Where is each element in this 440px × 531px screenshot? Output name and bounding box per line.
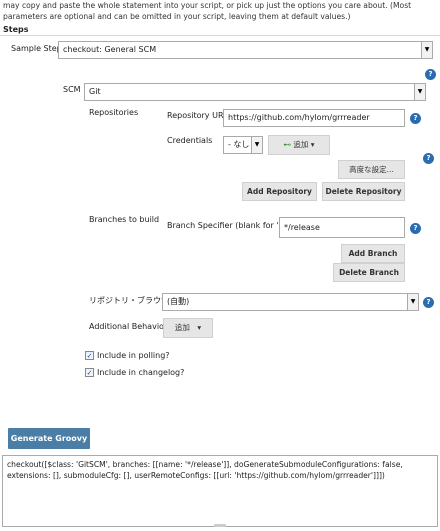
credentials-select[interactable]: - なし - ▼ [223, 136, 263, 154]
credentials-add-label: 追加 [293, 140, 309, 149]
sample-step-select[interactable]: checkout: General SCM ▼ [58, 41, 433, 59]
include-changelog-label: Include in changelog? [97, 368, 185, 377]
include-polling-checkbox[interactable]: ✓ [85, 351, 94, 360]
delete-repository-button[interactable]: Delete Repository [322, 182, 405, 201]
include-changelog-checkbox[interactable]: ✓ [85, 368, 94, 377]
repository-url-input[interactable]: https://github.com/hylom/grrreader [223, 109, 405, 127]
scm-label: SCM [63, 85, 81, 94]
dropdown-arrow-icon: ▼ [421, 42, 432, 58]
include-polling-label: Include in polling? [97, 351, 170, 360]
repository-browser-label: リポジトリ・ブラウザ [89, 296, 169, 305]
credentials-label: Credentials [167, 136, 213, 145]
delete-branch-button[interactable]: Delete Branch [333, 263, 405, 282]
generated-script-textarea[interactable]: checkout([$class: 'GitSCM', branches: [[… [2, 455, 438, 527]
advanced-button[interactable]: 高度な設定... [338, 160, 405, 179]
credentials-add-button[interactable]: ⊷ 追加 ▾ [268, 135, 330, 155]
behaviours-add-button[interactable]: 追加 ▾ [163, 318, 213, 338]
chevron-down-icon: ▾ [310, 140, 315, 149]
help-icon[interactable]: ? [423, 153, 434, 164]
sample-step-value: checkout: General SCM [63, 45, 157, 54]
steps-heading: Steps [3, 25, 29, 34]
help-icon[interactable]: ? [423, 297, 434, 308]
dropdown-arrow-icon: ▼ [251, 137, 262, 153]
help-icon[interactable]: ? [410, 223, 421, 234]
help-icon[interactable]: ? [425, 69, 436, 80]
scm-value: Git [89, 87, 101, 96]
key-add-icon: ⊷ [283, 140, 291, 149]
repository-browser-select[interactable]: (自動) ▼ [162, 293, 419, 311]
branch-specifier-input[interactable]: */release [279, 217, 405, 238]
dropdown-arrow-icon: ▼ [414, 84, 425, 100]
behaviours-add-label: 追加 [174, 323, 190, 332]
repositories-label: Repositories [89, 108, 139, 117]
chevron-down-icon: ▾ [197, 323, 202, 332]
help-icon[interactable]: ? [410, 113, 421, 124]
sample-step-label: Sample Step [11, 44, 62, 53]
intro-text: may copy and paste the whole statement i… [3, 1, 412, 21]
add-branch-button[interactable]: Add Branch [341, 244, 405, 263]
repository-url-label: Repository URL [167, 111, 228, 120]
branches-label: Branches to build [89, 215, 160, 224]
resize-handle[interactable] [214, 524, 226, 527]
steps-divider [0, 35, 440, 36]
generate-groovy-button[interactable]: Generate Groovy [8, 428, 90, 449]
add-repository-button[interactable]: Add Repository [242, 182, 317, 201]
repository-browser-value: (自動) [167, 297, 190, 306]
dropdown-arrow-icon: ▼ [407, 294, 418, 310]
scm-select[interactable]: Git ▼ [84, 83, 426, 101]
